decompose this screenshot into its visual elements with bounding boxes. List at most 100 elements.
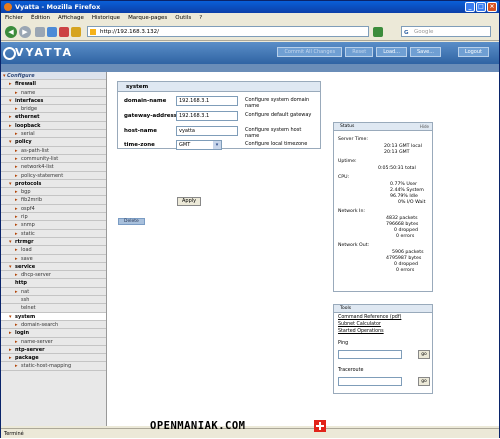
logout-button[interactable]: Logout	[457, 47, 489, 57]
expanded-arrow-icon[interactable]: ▾	[9, 138, 12, 146]
sidebar-item-domain-search[interactable]: ▸ domain-search	[1, 321, 106, 330]
stop-icon[interactable]	[59, 27, 69, 37]
commit-button[interactable]: Commit All Changes	[277, 47, 343, 57]
go-icon[interactable]	[373, 27, 383, 37]
collapsed-arrow-icon[interactable]: ▸	[9, 113, 12, 121]
collapsed-arrow-icon[interactable]: ▸	[15, 89, 18, 97]
sidebar-item-firewall[interactable]: ▸ firewall	[1, 80, 106, 89]
traceroute-input[interactable]	[338, 377, 402, 386]
collapsed-arrow-icon[interactable]: ▸	[15, 221, 18, 229]
maximize-button[interactable]: □	[476, 2, 486, 12]
collapsed-arrow-icon[interactable]: ▸	[15, 172, 18, 180]
sidebar-item-dhcp-server[interactable]: ▸ dhcp-server	[1, 271, 106, 280]
sidebar-item-http[interactable]: http	[1, 279, 106, 288]
collapsed-arrow-icon[interactable]: ▸	[15, 321, 18, 329]
sidebar-item-fib2mrib[interactable]: ▸ fib2mrib	[1, 196, 106, 205]
sidebar-item-policy[interactable]: ▾ policy	[1, 138, 106, 147]
sidebar-item-loopback[interactable]: ▸ loopback	[1, 122, 106, 131]
close-button[interactable]: ×	[487, 2, 497, 12]
collapsed-arrow-icon[interactable]: ▸	[15, 205, 18, 213]
collapsed-arrow-icon[interactable]: ▸	[15, 213, 18, 221]
search-input[interactable]: G Google	[401, 26, 491, 37]
minimize-button[interactable]: _	[465, 2, 475, 12]
collapsed-arrow-icon[interactable]: ▸	[15, 130, 18, 138]
sidebar-item-ssh[interactable]: ssh	[1, 296, 106, 305]
apply-button[interactable]: Apply	[177, 197, 202, 206]
back-icon[interactable]: ◀	[5, 26, 17, 38]
sidebar-item-community-list[interactable]: ▸ community-list	[1, 155, 106, 164]
expanded-arrow-icon[interactable]: ▾	[9, 313, 12, 321]
collapsed-arrow-icon[interactable]: ▸	[15, 338, 18, 346]
expanded-arrow-icon[interactable]: ▾	[9, 238, 12, 246]
subnet-calculator-link[interactable]: Subnet Calculator	[338, 322, 381, 327]
menu-file[interactable]: Fichier	[5, 13, 23, 23]
expanded-arrow-icon[interactable]: ▾	[9, 97, 12, 105]
expanded-arrow-icon[interactable]: ▾	[3, 72, 6, 80]
delete-button[interactable]: Delete	[118, 218, 145, 225]
sidebar-item-load[interactable]: ▸ load	[1, 246, 106, 255]
sidebar-item-snmp[interactable]: ▸ snmp	[1, 221, 106, 230]
collapsed-arrow-icon[interactable]: ▸	[15, 255, 18, 263]
collapsed-arrow-icon[interactable]: ▸	[9, 346, 12, 354]
ping-go-button[interactable]: go	[418, 350, 430, 359]
collapsed-arrow-icon[interactable]: ▸	[15, 196, 18, 204]
sidebar-item-protocols[interactable]: ▾ protocols	[1, 180, 106, 189]
host-name-input[interactable]: vyatta	[176, 126, 238, 136]
sidebar-item-bgp[interactable]: ▸ bgp	[1, 188, 106, 197]
collapsed-arrow-icon[interactable]: ▸	[9, 329, 12, 337]
sidebar-item-static[interactable]: ▸ static	[1, 230, 106, 238]
sidebar-item-name-server[interactable]: ▸ name-server	[1, 338, 106, 346]
sidebar-item-login[interactable]: ▸ login	[1, 329, 106, 338]
sidebar-item-rip[interactable]: ▸ rip	[1, 213, 106, 222]
save-button[interactable]: Save...	[409, 47, 441, 57]
sidebar-item-network4-list[interactable]: ▸ network4-list	[1, 163, 106, 172]
collapsed-arrow-icon[interactable]: ▸	[15, 230, 18, 238]
collapsed-arrow-icon[interactable]: ▸	[9, 122, 12, 130]
reset-button[interactable]: Reset	[345, 47, 374, 57]
expanded-arrow-icon[interactable]: ▾	[9, 180, 12, 188]
forward-icon[interactable]: ▶	[19, 26, 31, 38]
traceroute-go-button[interactable]: go	[418, 377, 430, 386]
sidebar-item-nat[interactable]: ▸ nat	[1, 288, 106, 297]
collapsed-arrow-icon[interactable]: ▸	[9, 80, 12, 88]
sidebar-item-telnet[interactable]: telnet	[1, 304, 106, 313]
ping-input[interactable]	[338, 350, 402, 359]
sidebar-item-system[interactable]: ▾ system	[1, 312, 106, 321]
menu-help[interactable]: ?	[199, 13, 202, 23]
reload-icon[interactable]	[47, 27, 57, 37]
collapsed-arrow-icon[interactable]: ▸	[15, 147, 18, 155]
sidebar-item-save[interactable]: ▸ save	[1, 255, 106, 263]
menu-bookmarks[interactable]: Marque-pages	[128, 13, 167, 23]
time-zone-select[interactable]: GMT ▾	[176, 140, 222, 150]
sidebar-item-static-host-mapping[interactable]: ▸ static-host-mapping	[1, 362, 106, 371]
sidebar-item-ethernet[interactable]: ▸ ethernet	[1, 113, 106, 122]
load-button[interactable]: Load...	[376, 47, 407, 57]
collapsed-arrow-icon[interactable]: ▸	[15, 105, 18, 113]
expanded-arrow-icon[interactable]: ▾	[9, 263, 12, 271]
collapsed-arrow-icon[interactable]: ▸	[15, 271, 18, 279]
sidebar-item-interfaces[interactable]: ▾ interfaces	[1, 97, 106, 106]
collapsed-arrow-icon[interactable]: ▸	[9, 354, 12, 362]
sidebar-item-policy-statement[interactable]: ▸ policy-statement	[1, 172, 106, 180]
sidebar-item-package[interactable]: ▸ package	[1, 354, 106, 363]
collapsed-arrow-icon[interactable]: ▸	[15, 362, 18, 370]
started-operations-link[interactable]: Started Operations	[338, 329, 384, 334]
sidebar-item-name[interactable]: ▸ name	[1, 89, 106, 97]
sidebar-item-ospf4[interactable]: ▸ ospf4	[1, 205, 106, 214]
sidebar-item-as-path-list[interactable]: ▸ as-path-list	[1, 147, 106, 155]
sidebar-item-configure[interactable]: ▾ Configure	[1, 72, 106, 81]
collapsed-arrow-icon[interactable]: ▸	[15, 288, 18, 296]
collapsed-arrow-icon[interactable]: ▸	[15, 163, 18, 171]
dropdown-history-icon[interactable]	[35, 27, 45, 37]
collapsed-arrow-icon[interactable]: ▸	[15, 246, 18, 254]
home-icon[interactable]	[71, 27, 81, 37]
sidebar-item-service[interactable]: ▾ service	[1, 263, 106, 272]
url-bar[interactable]: http://192.168.3.132/	[87, 26, 369, 37]
menu-view[interactable]: Affichage	[58, 13, 84, 23]
sidebar-item-serial[interactable]: ▸ serial	[1, 130, 106, 139]
domain-name-input[interactable]: 192.168.3.1	[176, 96, 238, 106]
chevron-down-icon[interactable]: ▾	[213, 141, 221, 149]
collapsed-arrow-icon[interactable]: ▸	[15, 188, 18, 196]
collapsed-arrow-icon[interactable]: ▸	[15, 155, 18, 163]
sidebar-item-ntp-server[interactable]: ▸ ntp-server	[1, 346, 106, 355]
